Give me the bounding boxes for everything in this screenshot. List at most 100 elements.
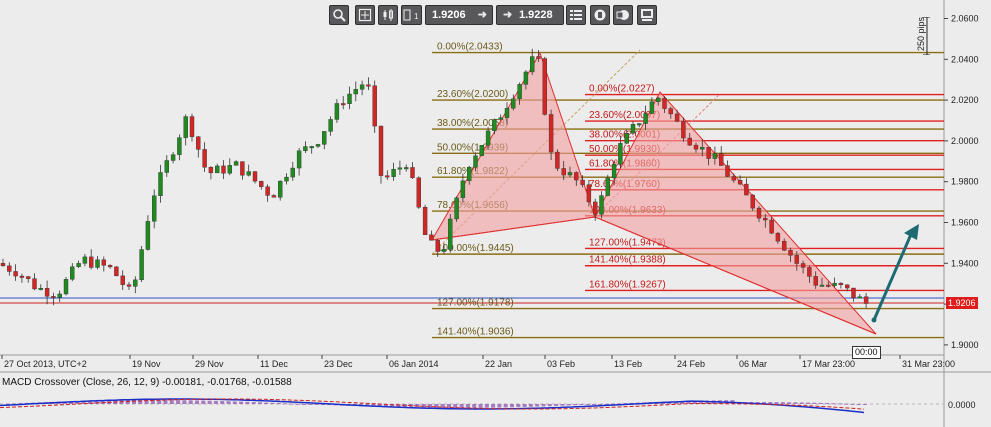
bull-candle	[700, 147, 705, 150]
macd-histogram-bar	[850, 403, 855, 405]
bull-candle	[76, 263, 81, 267]
y-tick-label: 1.9800	[951, 177, 979, 187]
macd-histogram-bar	[207, 400, 212, 404]
macd-histogram-bar	[314, 404, 319, 405]
bear-candle	[744, 183, 749, 196]
macd-histogram-bar	[818, 402, 823, 404]
bull-candle	[567, 172, 573, 176]
bear-candle	[555, 151, 560, 169]
bull-candle	[296, 150, 302, 169]
bull-candle	[359, 84, 365, 90]
ask-price-box[interactable]: ➜ 1.9228	[496, 5, 564, 25]
current-price-marker: 1.9206	[946, 297, 978, 309]
bid-price-box[interactable]: 1.9206 ➜	[425, 5, 493, 25]
macd-histogram-bar	[478, 404, 483, 408]
macd-histogram-bar	[554, 404, 559, 406]
macd-histogram-bar	[510, 404, 514, 408]
bear-candle	[574, 172, 579, 181]
bear-candle	[593, 201, 598, 215]
bear-candle	[265, 186, 270, 196]
macd-histogram-bar	[295, 403, 300, 405]
indicators-list-icon[interactable]	[566, 5, 586, 25]
crosshair-icon[interactable]	[355, 5, 375, 25]
macd-histogram-bar	[258, 402, 262, 404]
bull-candle	[290, 167, 295, 178]
bull-candle	[630, 124, 636, 134]
x-tick-label: 29 Nov	[195, 359, 224, 369]
bear-candle	[863, 296, 869, 304]
macd-histogram-bar	[528, 404, 533, 407]
arrow-right-icon: ➜	[477, 9, 487, 21]
bull-candle	[63, 279, 69, 295]
macd-histogram-bar	[787, 402, 792, 404]
bear-candle	[586, 184, 592, 203]
bear-candle	[725, 165, 730, 177]
bull-candle	[183, 116, 188, 138]
macd-histogram-bar	[270, 402, 275, 404]
timeframe-icon[interactable]: 1	[401, 5, 422, 25]
x-tick-label: 27 Oct 2013, UTC+2	[4, 359, 87, 369]
x-tick-label: 22 Jan	[485, 359, 512, 369]
macd-zero-label: 0.0000	[948, 400, 976, 410]
bear-candle	[44, 288, 50, 297]
timeframe-value: 1	[414, 12, 419, 21]
macd-histogram-bar	[573, 404, 577, 406]
macd-histogram-bar	[201, 400, 206, 404]
x-tick-label: 23 Dec	[324, 359, 353, 369]
objects-icon[interactable]	[590, 5, 610, 25]
bear-candle	[259, 180, 264, 187]
macd-histogram-bar	[491, 404, 496, 408]
y-tick-label: 1.9400	[951, 258, 979, 268]
bear-candle	[548, 114, 554, 153]
fib-left-label: 127.00%(1.9178)	[437, 298, 514, 309]
macd-histogram-bar	[585, 404, 590, 405]
x-tick-label: 17 Mar 23:00	[802, 359, 855, 369]
bear-candle	[341, 103, 346, 106]
fib-left-label: 141.40%(1.9036)	[437, 327, 514, 338]
macd-histogram-bar	[182, 400, 187, 404]
bear-candle	[32, 278, 37, 290]
bear-candle	[422, 207, 428, 236]
bull-candle	[448, 218, 453, 250]
macd-histogram-bar	[806, 402, 811, 404]
bull-candle	[618, 143, 623, 165]
macd-value-3: -0.01588	[252, 377, 292, 388]
bull-candle	[38, 288, 43, 290]
price-chart[interactable]: 2.0600 2.0400 2.0200 2.0000 1.9800 1.9600 1.94…	[0, 0, 991, 427]
bull-candle	[498, 117, 503, 120]
macd-legend[interactable]: MACD Crossover (Close, 26, 12, 9) -0.001…	[2, 377, 292, 388]
bull-candle	[246, 171, 251, 176]
bear-candle	[750, 194, 755, 209]
bull-candle	[233, 161, 239, 166]
ask-price: 1.9228	[519, 9, 553, 21]
bull-candle	[819, 284, 825, 287]
macd-histogram-bar	[843, 403, 848, 405]
bear-candle	[120, 275, 125, 285]
bull-candle	[334, 103, 340, 120]
bear-candle	[756, 207, 762, 219]
bull-candle	[391, 168, 396, 177]
trading-chart-window: 2.0600 2.0400 2.0200 2.0000 1.9800 1.9600 1.94…	[0, 0, 991, 427]
bear-candle	[196, 136, 201, 150]
arrow-right-icon: ➜	[503, 9, 513, 21]
bear-candle	[561, 168, 566, 176]
screenshot-icon[interactable]	[637, 5, 657, 25]
zoom-icon[interactable]	[329, 5, 349, 25]
y-tick-label: 1.9600	[951, 218, 979, 228]
bear-candle	[826, 284, 831, 287]
candlestick-type-icon[interactable]	[378, 5, 398, 25]
bear-candle	[662, 97, 667, 109]
bear-candle	[7, 265, 12, 272]
fib-left-label: 0.00%(2.0433)	[437, 42, 503, 53]
bear-candle	[845, 284, 850, 289]
macd-histogram-bar	[308, 404, 313, 405]
x-tick-label: 06 Mar	[739, 359, 767, 369]
bear-candle	[88, 256, 94, 268]
bear-candle	[252, 171, 258, 182]
bear-candle	[813, 276, 818, 286]
macd-histogram-bar	[188, 400, 193, 404]
macd-histogram-bar	[220, 401, 225, 404]
template-icon[interactable]	[613, 5, 633, 25]
bull-candle	[404, 167, 409, 170]
macd-indicator	[0, 398, 867, 414]
